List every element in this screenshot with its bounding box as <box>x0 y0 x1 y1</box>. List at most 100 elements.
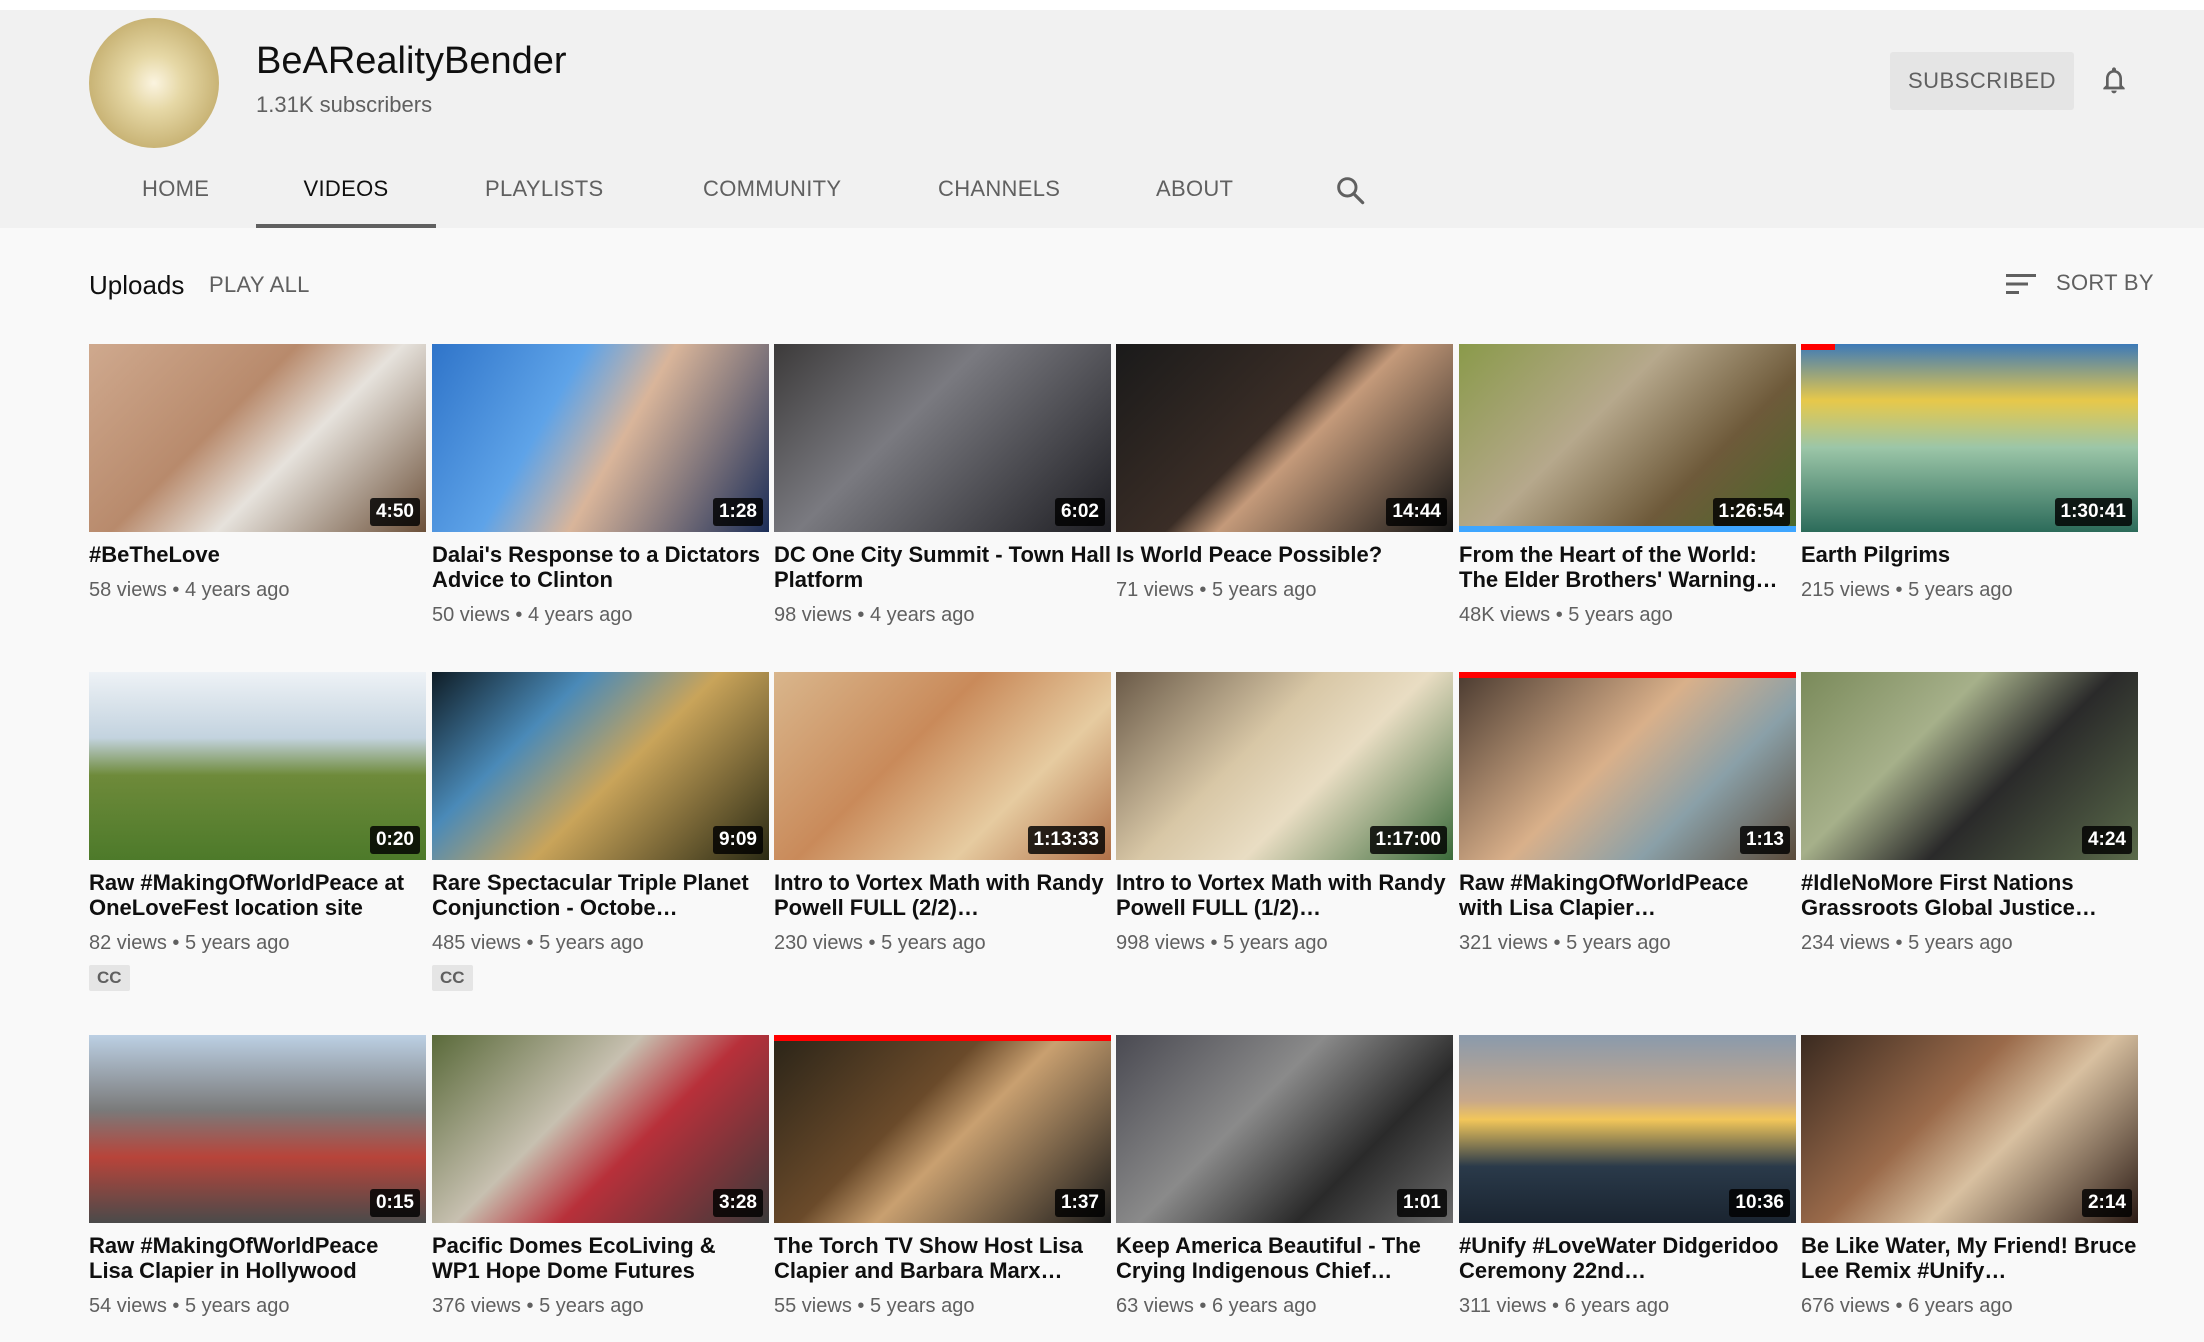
tab-videos[interactable]: VIDEOS <box>256 160 436 228</box>
video-thumbnail[interactable]: 1:30:41 <box>1801 344 2138 532</box>
video-title[interactable]: #Unify #LoveWater Didgeridoo Ceremony 22… <box>1459 1233 1796 1283</box>
video-thumbnail[interactable]: 1:17:00 <box>1116 672 1453 860</box>
video-thumbnail[interactable]: 1:26:54 <box>1459 344 1796 532</box>
video-meta: 998 views • 5 years ago <box>1116 932 1453 955</box>
video-card[interactable]: 1:01 Keep America Beautiful - The Crying … <box>1116 1035 1453 1318</box>
video-thumbnail[interactable]: 4:50 <box>89 344 426 532</box>
video-thumbnail[interactable]: 0:20 <box>89 672 426 860</box>
video-title[interactable]: Be Like Water, My Friend! Bruce Lee Remi… <box>1801 1233 2138 1283</box>
video-title[interactable]: Rare Spectacular Triple Planet Conjuncti… <box>432 870 769 920</box>
video-card[interactable]: 10:36 #Unify #LoveWater Didgeridoo Ceremo… <box>1459 1035 1796 1318</box>
sort-by-button[interactable]: SORT BY <box>2056 270 2154 296</box>
video-thumbnail[interactable]: 14:44 <box>1116 344 1453 532</box>
video-card[interactable]: 1:28 Dalai's Response to a Dictators Advi… <box>432 344 769 627</box>
video-title[interactable]: #IdleNoMore First Nations Grassroots Glo… <box>1801 870 2138 920</box>
video-meta: 58 views • 4 years ago <box>89 579 426 602</box>
tab-playlists[interactable]: PLAYLISTS <box>485 160 603 228</box>
channel-name[interactable]: BeARealityBender <box>256 40 567 83</box>
meta-separator: • <box>166 579 185 601</box>
tab-channels[interactable]: CHANNELS <box>938 160 1060 228</box>
meta-separator: • <box>1889 932 1909 954</box>
video-age: 4 years ago <box>184 579 290 601</box>
video-duration: 6:02 <box>1054 498 1105 526</box>
video-title[interactable]: Pacific Domes EcoLiving & WP1 Hope Dome … <box>432 1233 769 1283</box>
tab-community[interactable]: COMMUNITY <box>703 160 841 228</box>
video-card[interactable]: 9:09 Rare Spectacular Triple Planet Conju… <box>432 672 769 991</box>
video-thumbnail[interactable]: 1:13 <box>1459 672 1796 860</box>
video-views: 311 views <box>1459 1295 1547 1317</box>
watch-progress-bar <box>774 1035 1111 1041</box>
video-title[interactable]: From the Heart of the World: The Elder B… <box>1459 542 1796 592</box>
search-icon[interactable] <box>1334 174 1366 206</box>
video-card[interactable]: 3:28 Pacific Domes EcoLiving & WP1 Hope D… <box>432 1035 769 1318</box>
bell-icon[interactable] <box>2098 62 2130 98</box>
video-card[interactable]: 0:20 Raw #MakingOfWorldPeace at OneLoveFe… <box>89 672 426 991</box>
video-thumbnail[interactable]: 9:09 <box>432 672 769 860</box>
meta-separator: • <box>520 1295 540 1317</box>
channel-avatar[interactable] <box>89 18 219 148</box>
video-title[interactable]: #BeTheLove <box>89 542 426 567</box>
sort-icon[interactable] <box>2006 270 2038 298</box>
video-card[interactable]: 14:44 Is World Peace Possible? 71 views • … <box>1116 344 1453 602</box>
video-title[interactable]: Raw #MakingOfWorldPeace with Lisa Clapie… <box>1459 870 1796 920</box>
video-thumbnail[interactable]: 2:14 <box>1801 1035 2138 1223</box>
play-all-button[interactable]: PLAY ALL <box>209 272 310 298</box>
meta-separator: • <box>862 932 882 954</box>
video-thumbnail[interactable]: 1:37 <box>774 1035 1111 1223</box>
video-card[interactable]: 1:13:33 Intro to Vortex Math with Randy P… <box>774 672 1111 955</box>
video-card[interactable]: 1:13 Raw #MakingOfWorldPeace with Lisa Cl… <box>1459 672 1796 955</box>
video-thumbnail[interactable]: 1:01 <box>1116 1035 1453 1223</box>
video-card[interactable]: 1:26:54 From the Heart of the World: The … <box>1459 344 1796 627</box>
video-thumbnail[interactable]: 1:13:33 <box>774 672 1111 860</box>
meta-separator: • <box>1546 1295 1565 1317</box>
video-card[interactable]: 0:15 Raw #MakingOfWorldPeace Lisa Clapier… <box>89 1035 426 1318</box>
video-title[interactable]: Keep America Beautiful - The Crying Indi… <box>1116 1233 1453 1283</box>
video-card[interactable]: 4:50 #BeTheLove 58 views • 4 years ago <box>89 344 426 602</box>
tab-home[interactable]: HOME <box>142 160 209 228</box>
video-age: 6 years ago <box>1908 1295 2013 1317</box>
video-title[interactable]: Is World Peace Possible? <box>1116 542 1453 567</box>
video-meta: 98 views • 4 years ago <box>774 604 1111 627</box>
video-title[interactable]: Raw #MakingOfWorldPeace at OneLoveFest l… <box>89 870 426 920</box>
video-title[interactable]: Earth Pilgrims <box>1801 542 2138 567</box>
watch-progress-bar <box>1459 672 1796 678</box>
video-thumbnail[interactable]: 4:24 <box>1801 672 2138 860</box>
video-age: 5 years ago <box>1908 579 2013 601</box>
tab-about[interactable]: ABOUT <box>1156 160 1233 228</box>
video-card[interactable]: 1:37 The Torch TV Show Host Lisa Clapier … <box>774 1035 1111 1318</box>
video-title[interactable]: Intro to Vortex Math with Randy Powell F… <box>774 870 1111 920</box>
cc-badge: CC <box>432 965 473 991</box>
video-title[interactable]: Intro to Vortex Math with Randy Powell F… <box>1116 870 1453 920</box>
channel-header: BeARealityBender 1.31K subscribers SUBSC… <box>0 10 2204 228</box>
video-thumbnail[interactable]: 3:28 <box>432 1035 769 1223</box>
video-age: 5 years ago <box>1908 932 2013 954</box>
video-duration: 1:13 <box>1739 826 1790 854</box>
video-card[interactable]: 4:24 #IdleNoMore First Nations Grassroots… <box>1801 672 2138 955</box>
watch-progress-bar <box>1801 344 1835 350</box>
cc-badge: CC <box>89 965 130 991</box>
video-card[interactable]: 6:02 DC One City Summit - Town Hall Platf… <box>774 344 1111 627</box>
video-age: 5 years ago <box>1568 604 1673 626</box>
video-title[interactable]: Raw #MakingOfWorldPeace Lisa Clapier in … <box>89 1233 426 1283</box>
video-title[interactable]: Dalai's Response to a Dictators Advice t… <box>432 542 769 592</box>
subscribed-button[interactable]: SUBSCRIBED <box>1890 52 2074 110</box>
video-thumbnail[interactable]: 0:15 <box>89 1035 426 1223</box>
video-card[interactable]: 1:30:41 Earth Pilgrims 215 views • 5 years… <box>1801 344 2138 602</box>
video-duration: 1:30:41 <box>2054 498 2132 526</box>
video-thumbnail[interactable]: 10:36 <box>1459 1035 1796 1223</box>
video-views: 998 views <box>1116 932 1205 954</box>
video-views: 98 views <box>774 604 852 626</box>
video-thumbnail[interactable]: 6:02 <box>774 344 1111 532</box>
video-thumbnail[interactable]: 1:28 <box>432 344 769 532</box>
video-card[interactable]: 2:14 Be Like Water, My Friend! Bruce Lee … <box>1801 1035 2138 1318</box>
video-title[interactable]: The Torch TV Show Host Lisa Clapier and … <box>774 1233 1111 1283</box>
meta-separator: • <box>1889 1295 1909 1317</box>
video-title[interactable]: DC One City Summit - Town Hall Platform <box>774 542 1111 592</box>
watch-progress-bar <box>1459 526 1796 532</box>
meta-separator: • <box>520 932 540 954</box>
video-card[interactable]: 1:17:00 Intro to Vortex Math with Randy P… <box>1116 672 1453 955</box>
video-duration: 1:13:33 <box>1027 826 1105 854</box>
meta-separator: • <box>851 1295 870 1317</box>
video-views: 48K views <box>1459 604 1551 626</box>
meta-separator: • <box>1193 1295 1212 1317</box>
